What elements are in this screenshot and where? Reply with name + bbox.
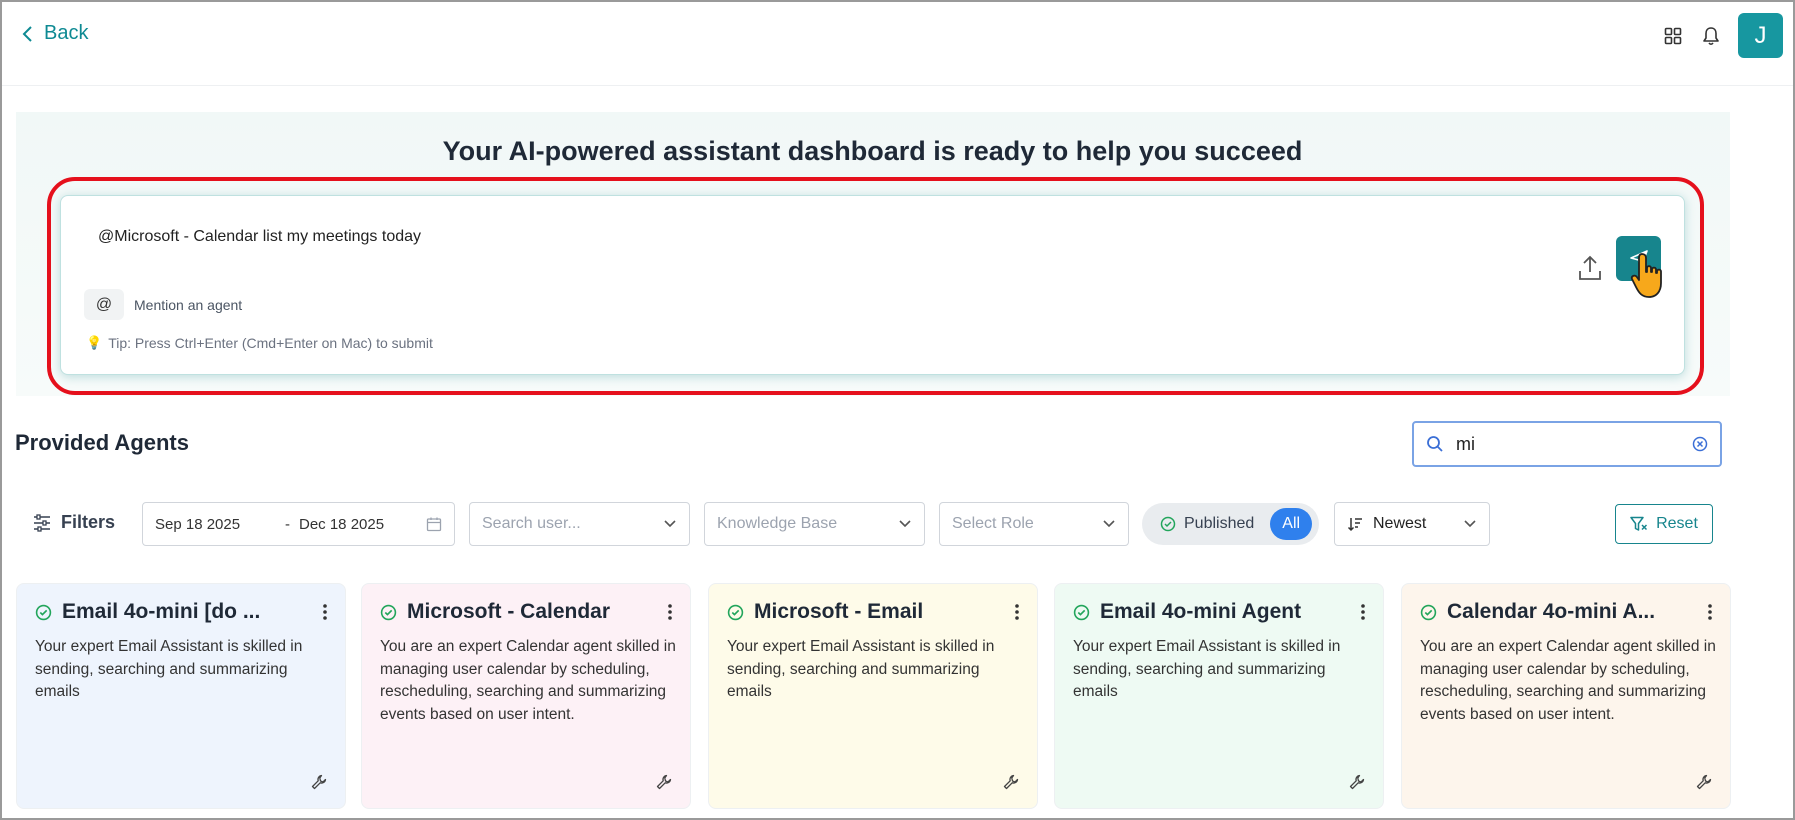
wrench-icon[interactable] xyxy=(1349,774,1365,790)
more-options-icon[interactable] xyxy=(1702,602,1718,622)
filters-toggle[interactable]: Filters xyxy=(33,512,115,533)
agent-card[interactable]: Email 4o-mini Agent Your expert Email As… xyxy=(1054,583,1384,809)
knowledge-base-select[interactable]: Knowledge Base xyxy=(704,502,925,546)
more-options-icon[interactable] xyxy=(662,602,678,622)
top-icons: J xyxy=(1662,13,1783,58)
more-options-icon[interactable] xyxy=(317,602,333,622)
clear-icon[interactable] xyxy=(1692,436,1708,452)
user-avatar[interactable]: J xyxy=(1738,13,1783,58)
mention-label: Mention an agent xyxy=(134,296,243,313)
back-button[interactable]: Back xyxy=(20,22,88,45)
sort-select[interactable]: Newest xyxy=(1334,502,1490,546)
check-circle-icon xyxy=(727,604,744,620)
avatar-initial: J xyxy=(1754,21,1767,49)
tip-text: Tip: Press Ctrl+Enter (Cmd+Enter on Mac)… xyxy=(108,335,433,351)
agent-card-title: Microsoft - Calendar xyxy=(407,600,611,623)
date-end: Dec 18 2025 xyxy=(299,515,385,533)
calendar-icon xyxy=(426,517,442,532)
user-select[interactable]: Search user... xyxy=(469,502,690,546)
agent-card[interactable]: Microsoft - Email Your expert Email Assi… xyxy=(708,583,1038,809)
sliders-icon xyxy=(34,513,50,532)
chevron-left-icon xyxy=(22,25,32,42)
mention-agent[interactable]: @ Mention an agent xyxy=(84,289,242,320)
search-icon xyxy=(1427,436,1443,452)
chevron-down-icon xyxy=(1464,520,1476,528)
check-circle-icon xyxy=(380,604,397,620)
chevron-down-icon xyxy=(899,520,911,528)
agent-card-title: Calendar 4o-mini A... xyxy=(1447,600,1656,623)
agent-card-description: Your expert Email Assistant is skilled i… xyxy=(727,638,995,700)
mention-button[interactable]: @ xyxy=(84,289,124,320)
kb-placeholder: Knowledge Base xyxy=(717,515,838,532)
more-options-icon[interactable] xyxy=(1355,602,1371,622)
check-circle-icon xyxy=(1420,604,1437,620)
agent-card-title: Email 4o-mini Agent xyxy=(1100,600,1302,623)
page-title: Your AI-powered assistant dashboard is r… xyxy=(442,136,1303,166)
agent-card-description: You are an expert Calendar agent skilled… xyxy=(1420,638,1716,723)
date-separator: - xyxy=(285,515,290,533)
role-select[interactable]: Select Role xyxy=(939,502,1129,546)
reset-label: Reset xyxy=(1656,515,1698,532)
lightbulb-icon: 💡 xyxy=(86,335,103,350)
check-circle-icon xyxy=(1160,516,1176,532)
section-title: Provided Agents xyxy=(15,430,189,455)
back-label: Back xyxy=(44,22,89,44)
agent-card-title: Microsoft - Email xyxy=(754,600,924,623)
sort-icon xyxy=(1347,518,1362,532)
prompt-composer[interactable]: @Microsoft - Calendar list my meetings t… xyxy=(60,195,1685,375)
search-input[interactable]: mi xyxy=(1456,434,1680,455)
chevron-down-icon xyxy=(664,520,676,528)
reset-button[interactable]: Reset xyxy=(1615,504,1713,544)
prompt-input[interactable]: @Microsoft - Calendar list my meetings t… xyxy=(98,228,421,246)
published-label: Published xyxy=(1184,515,1255,532)
user-placeholder: Search user... xyxy=(482,515,581,532)
filters-label: Filters xyxy=(61,512,116,532)
role-placeholder: Select Role xyxy=(952,515,1034,532)
filter-reset-icon xyxy=(1630,516,1648,531)
check-circle-icon xyxy=(1073,604,1090,620)
chevron-down-icon xyxy=(1103,520,1115,528)
agent-card[interactable]: Email 4o-mini [do ... Your expert Email … xyxy=(16,583,346,809)
agent-card-description: You are an expert Calendar agent skilled… xyxy=(380,638,676,723)
bell-icon[interactable] xyxy=(1700,25,1722,47)
date-start: Sep 18 2025 xyxy=(155,515,241,533)
date-range-picker[interactable]: Sep 18 2025 - Dec 18 2025 xyxy=(142,502,455,546)
grid-icon[interactable] xyxy=(1662,25,1684,47)
all-option[interactable]: All xyxy=(1270,508,1313,540)
upload-icon[interactable] xyxy=(1577,254,1603,282)
agent-search[interactable]: mi xyxy=(1412,421,1722,467)
top-bar: Back J xyxy=(0,0,1795,86)
wrench-icon[interactable] xyxy=(1003,774,1019,790)
wrench-icon[interactable] xyxy=(656,774,672,790)
check-circle-icon xyxy=(35,604,52,620)
published-toggle[interactable]: Published All xyxy=(1142,503,1319,545)
wrench-icon[interactable] xyxy=(311,774,327,790)
agent-card-description: Your expert Email Assistant is skilled i… xyxy=(1073,638,1341,700)
agent-card-description: Your expert Email Assistant is skilled i… xyxy=(35,638,303,700)
agent-card-title: Email 4o-mini [do ... xyxy=(62,600,261,623)
agent-card[interactable]: Calendar 4o-mini A... You are an expert … xyxy=(1401,583,1731,809)
wrench-icon[interactable] xyxy=(1696,774,1712,790)
more-options-icon[interactable] xyxy=(1009,602,1025,622)
sort-value: Newest xyxy=(1373,515,1427,532)
agent-card[interactable]: Microsoft - Calendar You are an expert C… xyxy=(361,583,691,809)
submit-tip: 💡 Tip: Press Ctrl+Enter (Cmd+Enter on Ma… xyxy=(86,335,433,351)
hand-cursor-icon xyxy=(1630,253,1662,298)
